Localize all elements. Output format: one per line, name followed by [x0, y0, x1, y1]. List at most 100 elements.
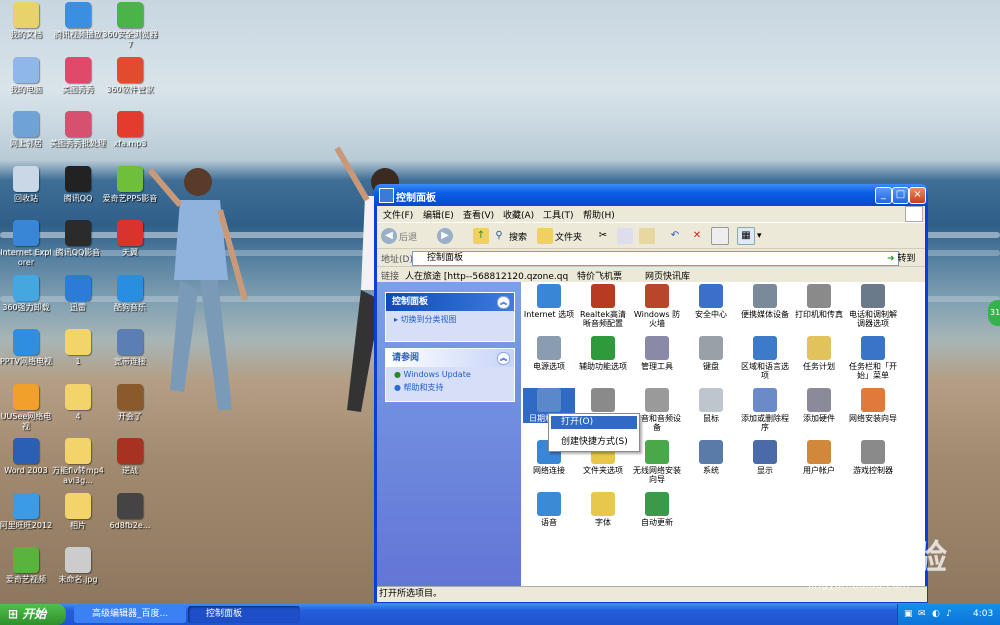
control-panel-item[interactable]: 添加硬件	[793, 388, 845, 423]
control-panel-item[interactable]: Realtek高清晰音频配置	[577, 284, 629, 328]
desktop-icon[interactable]: 腾讯视频播放	[50, 2, 106, 40]
control-panel-item[interactable]: 显示	[739, 440, 791, 475]
address-field[interactable]: 控制面板	[412, 251, 899, 266]
control-panel-item[interactable]: 安全中心	[685, 284, 737, 319]
views-button[interactable]: ▦ ▾	[737, 227, 762, 245]
menu-edit[interactable]: 编辑(E)	[423, 208, 454, 221]
up-folder-button[interactable]: ↑	[473, 227, 491, 245]
desktop-icon[interactable]: 逆战	[102, 438, 158, 476]
tray-icon[interactable]: ◐	[932, 604, 940, 625]
control-panel-item[interactable]: 网络安装向导	[847, 388, 899, 423]
link-item[interactable]: 特价飞机票	[577, 269, 622, 282]
go-button[interactable]: ➜ 转到	[887, 251, 915, 264]
clock[interactable]: 4:03	[973, 604, 993, 625]
context-menu-create-shortcut[interactable]: 创建快捷方式(S)	[561, 436, 628, 448]
desktop-icon[interactable]: 未命名.jpg	[50, 547, 106, 585]
desktop-icon[interactable]: 迅雷	[50, 274, 106, 313]
desktop-icon[interactable]: 开会了	[102, 383, 158, 422]
desktop-icon[interactable]: 阿里旺旺2012	[0, 492, 54, 531]
menu-file[interactable]: 文件(F)	[383, 208, 413, 221]
desktop-icon[interactable]: UUSee网络电视	[0, 383, 54, 432]
desktop-icon[interactable]: 360强力卸载	[0, 274, 54, 313]
paste-button[interactable]	[639, 227, 657, 245]
menu-favorites[interactable]: 收藏(A)	[503, 208, 534, 221]
collapse-chevron-icon[interactable]: ︽	[497, 352, 510, 365]
control-panel-item[interactable]: 系统	[685, 440, 737, 475]
desktop-icon[interactable]: 网上邻居	[0, 111, 54, 149]
maximize-button[interactable]: □	[892, 187, 909, 204]
control-panel-item[interactable]: 管理工具	[631, 336, 683, 371]
desktop-icon[interactable]: Internet Explorer	[0, 220, 54, 268]
desktop-icon[interactable]: 酷狗音乐	[102, 274, 158, 313]
floating-widget[interactable]: 31	[988, 300, 1000, 326]
back-button[interactable]: ◀ 后退	[381, 227, 417, 245]
control-panel-item[interactable]: Internet 选项	[523, 284, 575, 319]
link-item[interactable]: 人在旅途 [http--568812120.qzone.qq	[405, 269, 568, 282]
control-panel-item[interactable]: 游戏控制器	[847, 440, 899, 475]
desktop-icon[interactable]: 腾讯QQ影音	[50, 220, 106, 258]
properties-button[interactable]	[711, 227, 731, 245]
delete-button[interactable]: ✕	[689, 227, 707, 245]
desktop-icon[interactable]: 4	[50, 383, 106, 422]
desktop-icon[interactable]: 美图秀秀批处理	[50, 111, 106, 149]
title-bar[interactable]: 控制面板 _ □ ×	[374, 184, 928, 206]
copy-button[interactable]	[617, 227, 635, 245]
desktop-icon[interactable]: 1	[50, 329, 106, 367]
desktop-icon[interactable]: 爱奇艺PPS影音	[102, 165, 158, 204]
control-panel-item[interactable]: 添加或删除程序	[739, 388, 791, 432]
desktop-icon[interactable]: 360安全浏览器7	[102, 2, 158, 50]
control-panel-item[interactable]: 电源选项	[523, 336, 575, 371]
control-panel-item[interactable]: 电话和调制解调器选项	[847, 284, 899, 328]
control-panel-item[interactable]: 打印机和传真	[793, 284, 845, 319]
tray-icon[interactable]: ▣	[904, 604, 913, 625]
taskbar-item-editor[interactable]: 高级编辑器_百度...	[74, 606, 186, 623]
cut-button[interactable]: ✂	[595, 227, 613, 245]
desktop-icon[interactable]: 爱奇艺视频	[0, 547, 54, 585]
close-button[interactable]: ×	[909, 187, 926, 204]
context-menu-open[interactable]: 打开(O)	[551, 416, 637, 429]
control-panel-item[interactable]: 鼠标	[685, 388, 737, 423]
desktop-icon[interactable]: 相片	[50, 492, 106, 531]
desktop-icon[interactable]: Word 2003	[0, 438, 54, 476]
menu-help[interactable]: 帮助(H)	[583, 208, 615, 221]
control-panel-item[interactable]: 语音	[523, 492, 575, 527]
help-and-support-link[interactable]: ● 帮助和支持	[386, 379, 514, 396]
forward-button[interactable]: ▶	[437, 227, 455, 245]
undo-button[interactable]: ↶	[667, 227, 685, 245]
control-panel-item[interactable]: 用户帐户	[793, 440, 845, 475]
desktop-icon[interactable]: 腾讯QQ	[50, 165, 106, 204]
folders-button[interactable]: 文件夹	[537, 227, 582, 245]
collapse-chevron-icon[interactable]: ︽	[497, 296, 510, 309]
desktop-icon[interactable]: 我的文档	[0, 2, 54, 40]
desktop-icon[interactable]: 6d8fb2e...	[102, 492, 158, 531]
menu-view[interactable]: 查看(V)	[463, 208, 494, 221]
volume-icon[interactable]: ♪	[946, 604, 952, 625]
desktop-icon[interactable]: 万能flv转mp4avi3g...	[50, 438, 106, 486]
control-panel-item[interactable]: 辅助功能选项	[577, 336, 629, 371]
desktop-icon[interactable]: 360软件管家	[102, 56, 158, 95]
control-panel-item[interactable]: 任务计划	[793, 336, 845, 371]
windows-update-link[interactable]: ● Windows Update	[386, 367, 514, 379]
link-item[interactable]: 网页快讯库	[645, 269, 690, 282]
search-button[interactable]: ⚲ 搜索	[491, 227, 527, 245]
desktop-icon[interactable]: 天翼	[102, 220, 158, 258]
desktop-icon[interactable]: xfa.mp3	[102, 111, 158, 149]
control-panel-item[interactable]: 自动更新	[631, 492, 683, 527]
control-panel-item[interactable]: 任务栏和「开始」菜单	[847, 336, 899, 380]
control-panel-item[interactable]: 字体	[577, 492, 629, 527]
desktop-icon[interactable]: 宽带连接	[102, 329, 158, 367]
desktop-icon[interactable]: PPTV网络电视	[0, 329, 54, 367]
control-panel-item[interactable]: 区域和语言选项	[739, 336, 791, 380]
desktop-icon[interactable]: 回收站	[0, 165, 54, 204]
desktop-icon[interactable]: 我的电脑	[0, 56, 54, 95]
menu-tools[interactable]: 工具(T)	[543, 208, 574, 221]
minimize-button[interactable]: _	[875, 187, 892, 204]
desktop-icon[interactable]: 美图秀秀	[50, 56, 106, 95]
control-panel-item[interactable]: 键盘	[685, 336, 737, 371]
control-panel-item[interactable]: 便携媒体设备	[739, 284, 791, 319]
control-panel-item[interactable]: Windows 防火墙	[631, 284, 683, 328]
switch-to-category-view-link[interactable]: ▸ 切换到分类视图	[386, 311, 514, 328]
tray-icon[interactable]: ✉	[918, 604, 926, 625]
start-button[interactable]: ⊞ 开始	[0, 604, 66, 625]
taskbar-item-control-panel[interactable]: 控制面板	[188, 606, 300, 623]
